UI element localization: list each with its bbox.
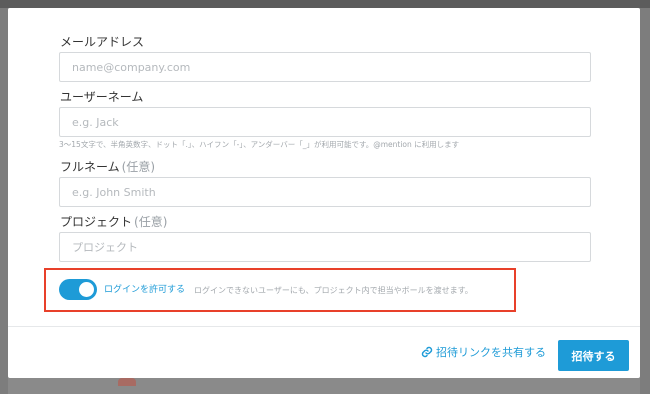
invite-member-modal: メールアドレス ユーザーネーム 3～15文字で、半角英数字、ドット「.」、ハイフ… xyxy=(8,8,640,378)
invite-button[interactable]: 招待する xyxy=(558,340,629,371)
fullname-label: フルネーム (任意) xyxy=(60,160,156,174)
footer-divider xyxy=(8,326,640,327)
background-topbar xyxy=(0,0,650,8)
background-avatar xyxy=(118,378,136,386)
project-label: プロジェクト (任意) xyxy=(60,215,168,229)
toggle-knob xyxy=(79,282,94,297)
login-permission-label[interactable]: ログインを許可する xyxy=(104,284,185,296)
project-optional-tag: (任意) xyxy=(134,215,168,229)
email-field[interactable] xyxy=(59,52,591,82)
login-permission-description: ログインできないユーザーにも、プロジェクト内で担当やボールを渡せます。 xyxy=(194,286,473,295)
login-permission-toggle[interactable] xyxy=(59,279,97,300)
username-field[interactable] xyxy=(59,107,591,137)
background-left-panel xyxy=(0,8,8,394)
share-invite-link[interactable]: 招待リンクを共有する xyxy=(421,346,546,360)
project-select[interactable] xyxy=(59,232,591,262)
fullname-optional-tag: (任意) xyxy=(121,160,156,174)
link-icon xyxy=(421,346,433,358)
username-label: ユーザーネーム xyxy=(60,90,144,104)
username-hint: 3～15文字で、半角英数字、ドット「.」、ハイフン「-」、アンダーバー「_」が利… xyxy=(59,140,460,149)
fullname-field[interactable] xyxy=(59,177,591,207)
background-right-panel xyxy=(640,8,650,394)
share-invite-link-label: 招待リンクを共有する xyxy=(436,346,546,359)
email-label: メールアドレス xyxy=(60,35,145,49)
